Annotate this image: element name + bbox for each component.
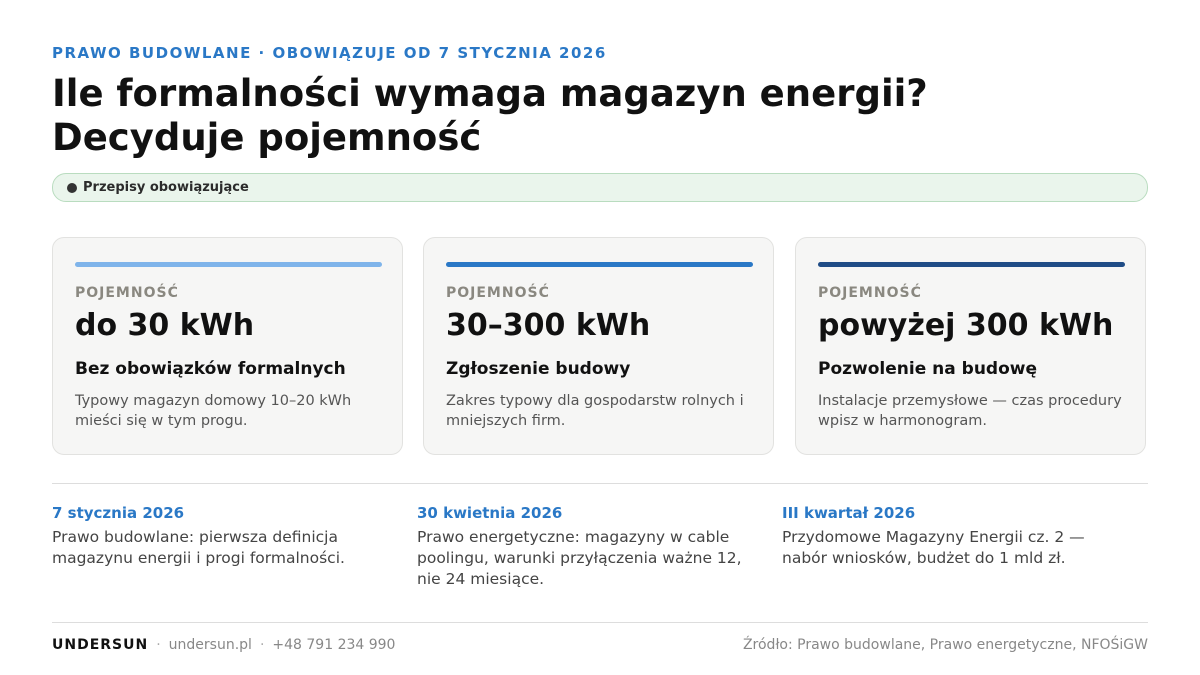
capacity-card-medium: POJEMNOŚĆ 30–300 kWh Zgłoszenie budowy Z… xyxy=(423,237,774,455)
title-line-1: Ile formalności wymaga magazyn energii? xyxy=(52,72,928,115)
brand-name: UNDERSUN xyxy=(52,637,149,653)
footer-separator: · xyxy=(156,637,161,653)
divider xyxy=(52,483,1148,484)
phone-number[interactable]: +48 791 234 990 xyxy=(272,637,395,653)
card-label: POJEMNOŚĆ xyxy=(446,285,550,301)
infographic-page: PRAWO BUDOWLANE · OBOWIĄZUJE OD 7 STYCZN… xyxy=(52,0,1148,675)
website-link[interactable]: undersun.pl xyxy=(169,637,252,653)
title-line-2: Decyduje pojemność xyxy=(52,116,482,159)
card-description: Zakres typowy dla gospodarstw rolnych i … xyxy=(446,393,744,429)
timeline-item: III kwartał 2026 Przydomowe Magazyny Ene… xyxy=(782,503,1122,569)
timeline-text: Prawo budowlane: pierwsza definicja maga… xyxy=(52,528,345,567)
timeline-date: III kwartał 2026 xyxy=(782,504,916,522)
timeline-text: Przydomowe Magazyny Energii cz. 2 — nabó… xyxy=(782,528,1085,567)
card-accent-bar xyxy=(818,262,1125,267)
status-label: Przepisy obowiązujące xyxy=(83,180,249,195)
kicker: PRAWO BUDOWLANE · OBOWIĄZUJE OD 7 STYCZN… xyxy=(52,44,607,62)
card-label: POJEMNOŚĆ xyxy=(818,285,922,301)
timeline-item: 7 stycznia 2026 Prawo budowlane: pierwsz… xyxy=(52,503,392,569)
capacity-card-large: POJEMNOŚĆ powyżej 300 kWh Pozwolenie na … xyxy=(795,237,1146,455)
card-description: Typowy magazyn domowy 10–20 kWh mieści s… xyxy=(75,393,352,429)
card-value: do 30 kWh xyxy=(75,308,255,343)
page-title: Ile formalności wymaga magazyn energii? … xyxy=(52,72,1148,160)
status-dot-icon xyxy=(67,182,77,193)
timeline-text: Prawo energetyczne: magazyny w cable poo… xyxy=(417,528,742,588)
card-value: powyżej 300 kWh xyxy=(818,308,1114,343)
timeline-date: 7 stycznia 2026 xyxy=(52,504,185,522)
card-heading: Zgłoszenie budowy xyxy=(446,359,631,379)
timeline-item: 30 kwietnia 2026 Prawo energetyczne: mag… xyxy=(417,503,757,590)
card-accent-bar xyxy=(75,262,382,267)
timeline: 7 stycznia 2026 Prawo budowlane: pierwsz… xyxy=(52,503,1148,603)
footer: UNDERSUN · undersun.pl · +48 791 234 990 Źró… xyxy=(52,637,1148,657)
footer-contact: UNDERSUN · undersun.pl · +48 791 234 990 xyxy=(52,637,395,653)
card-label: POJEMNOŚĆ xyxy=(75,285,179,301)
card-value: 30–300 kWh xyxy=(446,308,651,343)
card-accent-bar xyxy=(446,262,753,267)
card-heading: Bez obowiązków formalnych xyxy=(75,359,346,379)
capacity-card-small: POJEMNOŚĆ do 30 kWh Bez obowiązków forma… xyxy=(52,237,403,455)
card-description: Instalacje przemysłowe — czas procedury … xyxy=(818,393,1122,429)
footer-separator: · xyxy=(259,637,265,653)
timeline-date: 30 kwietnia 2026 xyxy=(417,504,563,522)
status-badge: Przepisy obowiązujące xyxy=(52,173,1148,202)
footer-divider xyxy=(52,622,1148,623)
card-heading: Pozwolenie na budowę xyxy=(818,359,1037,379)
capacity-cards: POJEMNOŚĆ do 30 kWh Bez obowiązków forma… xyxy=(52,237,1148,457)
source-note: Źródło: Prawo budowlane, Prawo energetyc… xyxy=(742,637,1148,653)
